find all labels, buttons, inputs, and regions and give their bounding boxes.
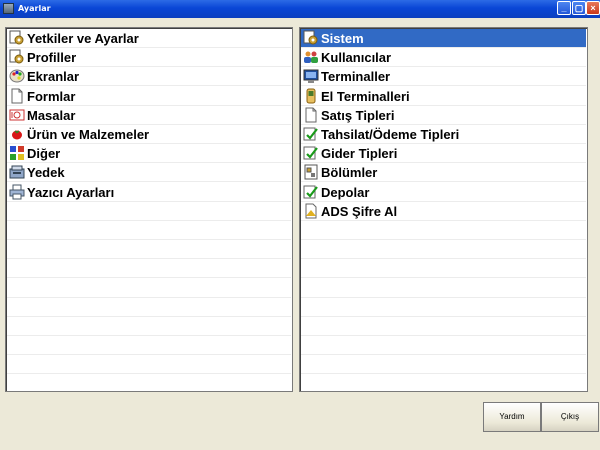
right-list-item-label: Tahsilat/Ödeme Tipleri	[321, 127, 460, 142]
right-list-item-label: Bölümler	[321, 165, 378, 181]
left-list-item[interactable]: Masalar	[7, 106, 291, 125]
tomato-icon	[9, 126, 25, 142]
right-list-item[interactable]: Bölümler	[301, 163, 586, 183]
left-list-item-label: Profiller	[27, 50, 77, 66]
right-list-item-label: Gider Tipleri	[321, 146, 398, 162]
help-button-label: Yardım	[499, 412, 525, 421]
right-list-item[interactable]: Satış Tipleri	[301, 106, 586, 125]
right-list-item[interactable]: ADS Şifre Al	[301, 202, 586, 221]
right-list-item-label: Sistem	[321, 31, 364, 46]
checklist-icon	[303, 126, 319, 142]
right-list-item[interactable]: Terminaller	[301, 67, 586, 87]
left-list-item[interactable]: Yetkiler ve Ayarlar	[7, 29, 291, 48]
left-list-item-label: Diğer	[27, 146, 61, 162]
right-list-empty-row	[301, 375, 586, 391]
left-list-empty-row	[7, 221, 291, 240]
left-list-empty-row	[7, 317, 291, 336]
left-list-item-label: Yazıcı Ayarları	[27, 184, 115, 200]
left-list-empty-row	[7, 355, 291, 375]
settings-icon	[9, 30, 25, 46]
left-list-item[interactable]: Yazıcı Ayarları	[7, 183, 291, 202]
palette-icon	[9, 68, 25, 84]
document-icon	[303, 107, 319, 123]
right-list-empty-row	[301, 221, 586, 240]
monitor-icon	[303, 68, 319, 84]
left-list-item-label: Yetkiler ve Ayarlar	[27, 31, 139, 46]
right-list-item-label: El Terminalleri	[321, 88, 410, 104]
left-list-empty-row	[7, 298, 291, 317]
left-list-item[interactable]: Profiller	[7, 48, 291, 68]
right-list-item[interactable]: Tahsilat/Ödeme Tipleri	[301, 125, 586, 144]
left-list-item-label: Masalar	[27, 107, 76, 123]
right-list-empty-row	[301, 317, 586, 336]
right-list-item[interactable]: Depolar	[301, 183, 586, 202]
right-list-item-label: Depolar	[321, 184, 370, 200]
right-list-item[interactable]: Kullanıcılar	[301, 48, 586, 68]
checklist-icon	[303, 145, 319, 161]
table-icon	[9, 107, 25, 123]
right-list-item[interactable]: Sistem	[301, 29, 586, 48]
right-list-item-label: Terminaller	[321, 69, 391, 85]
left-list-empty-row	[7, 375, 291, 391]
right-list-empty-row	[301, 259, 586, 279]
left-settings-list[interactable]: Yetkiler ve Ayarlar Profiller Ekranlar Form…	[5, 27, 293, 392]
window-title: Ayarlar	[18, 4, 51, 13]
left-list-item[interactable]: Yedek	[7, 163, 291, 183]
left-list-item-label: Yedek	[27, 165, 65, 181]
left-list-item[interactable]: Ürün ve Malzemeler	[7, 125, 291, 144]
left-list-empty-row	[7, 202, 291, 221]
right-list-item-label: Satış Tipleri	[321, 107, 395, 123]
left-list-empty-row	[7, 279, 291, 298]
right-list-empty-row	[301, 355, 586, 375]
printer-icon	[9, 184, 25, 200]
left-list-item-label: Ekranlar	[27, 69, 80, 85]
users-icon	[303, 49, 319, 65]
right-list-empty-row	[301, 240, 586, 260]
exit-button-label: Çıkış	[560, 412, 580, 421]
right-list-empty-row	[301, 336, 586, 356]
section-icon	[303, 164, 319, 180]
settings-icon	[9, 49, 25, 65]
exit-button[interactable]: Çıkış	[541, 402, 599, 432]
key-icon	[303, 203, 319, 219]
maximize-button[interactable]: ▢	[572, 1, 586, 15]
help-button[interactable]: Yardım	[483, 402, 541, 432]
left-list-item-label: Ürün ve Malzemeler	[27, 127, 150, 142]
misc-icon	[9, 145, 25, 161]
handheld-icon	[303, 88, 319, 104]
right-list-item[interactable]: El Terminalleri	[301, 87, 586, 106]
app-icon	[3, 3, 14, 14]
right-settings-list[interactable]: Sistem Kullanıcılar Terminaller El Terminal…	[299, 27, 588, 392]
close-button[interactable]: ×	[586, 1, 600, 15]
document-icon	[9, 88, 25, 104]
left-list-item[interactable]: Diğer	[7, 144, 291, 164]
right-list-empty-row	[301, 298, 586, 317]
left-list-item-label: Formlar	[27, 88, 76, 104]
settings-icon	[303, 30, 319, 46]
left-list-empty-row	[7, 240, 291, 260]
left-list-empty-row	[7, 336, 291, 356]
right-list-item[interactable]: Gider Tipleri	[301, 144, 586, 164]
right-list-empty-row	[301, 279, 586, 298]
right-list-item-label: Kullanıcılar	[321, 50, 392, 66]
title-bar[interactable]: Ayarlar _ ▢ ×	[0, 0, 600, 18]
checklist-icon	[303, 184, 319, 200]
left-list-item[interactable]: Ekranlar	[7, 67, 291, 87]
left-list-empty-row	[7, 259, 291, 279]
left-list-item[interactable]: Formlar	[7, 87, 291, 106]
backup-icon	[9, 164, 25, 180]
minimize-button[interactable]: _	[557, 1, 571, 15]
right-list-item-label: ADS Şifre Al	[321, 203, 398, 219]
